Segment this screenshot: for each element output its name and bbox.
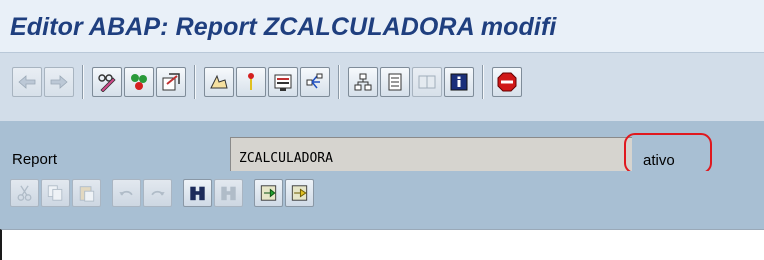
binoculars-plus-icon [221, 186, 236, 201]
paste-button[interactable] [72, 179, 101, 207]
report-row: Report ZCALCULADORA ativo [0, 121, 764, 174]
test-button[interactable] [204, 67, 234, 97]
info-icon [450, 73, 468, 91]
undo-icon [119, 190, 133, 196]
stop-icon [497, 72, 517, 92]
title-bar: Editor ABAP: Report ZCALCULADORA modifi [0, 0, 764, 52]
undo-button[interactable] [112, 179, 141, 207]
activate-button[interactable] [156, 67, 186, 97]
pattern-button[interactable] [380, 67, 410, 97]
binoculars-icon [190, 186, 205, 201]
application-toolbar [0, 52, 764, 122]
window-title: Editor ABAP: Report ZCALCULADORA modifi [10, 13, 557, 41]
export-button[interactable] [285, 179, 314, 207]
redo-icon [151, 190, 165, 196]
paste-icon [79, 186, 95, 202]
back-button[interactable] [12, 67, 42, 97]
find-next-button[interactable] [214, 179, 243, 207]
display-object-list-button[interactable] [268, 67, 298, 97]
pencil-glasses-icon [98, 74, 116, 92]
export-icon [291, 185, 308, 201]
forward-button[interactable] [44, 67, 74, 97]
split-screen-button[interactable] [412, 67, 442, 97]
object-list-icon [274, 74, 292, 91]
arrow-left-icon [18, 75, 36, 89]
status-text: ativo [643, 152, 675, 169]
check-button[interactable] [124, 67, 154, 97]
copy-icon [47, 185, 63, 201]
toolbar-separator [194, 65, 196, 99]
display-change-button[interactable] [92, 67, 122, 97]
copy-button[interactable] [41, 179, 70, 207]
toolbar-separator [82, 65, 84, 99]
split-screen-icon [418, 75, 436, 89]
navigation-button[interactable] [300, 67, 330, 97]
pattern-icon [388, 73, 402, 91]
report-name-value: ZCALCULADORA [239, 151, 333, 166]
report-label: Report [12, 151, 58, 168]
status-highlight: ativo [624, 133, 712, 174]
insert-module-button[interactable] [254, 179, 283, 207]
hierarchy-button[interactable] [348, 67, 378, 97]
toolbar-separator [482, 65, 484, 99]
insert-icon [260, 185, 277, 201]
redo-button[interactable] [143, 179, 172, 207]
toolbar-separator [338, 65, 340, 99]
check-syntax-icon [131, 74, 147, 90]
report-name-field: ZCALCULADORA [230, 137, 632, 173]
editor-toolbar [0, 171, 764, 229]
activate-icon [162, 73, 180, 91]
navigation-icon [306, 73, 323, 89]
hierarchy-icon [354, 73, 372, 91]
info-button[interactable] [444, 67, 474, 97]
stop-button[interactable] [492, 67, 522, 97]
cut-button[interactable] [10, 179, 39, 207]
where-used-button[interactable] [236, 67, 266, 97]
where-used-icon [248, 73, 254, 90]
scissors-icon [17, 185, 32, 201]
arrow-right-icon [50, 75, 68, 89]
find-button[interactable] [183, 179, 212, 207]
test-run-icon [210, 74, 228, 89]
code-editor[interactable] [0, 229, 764, 260]
